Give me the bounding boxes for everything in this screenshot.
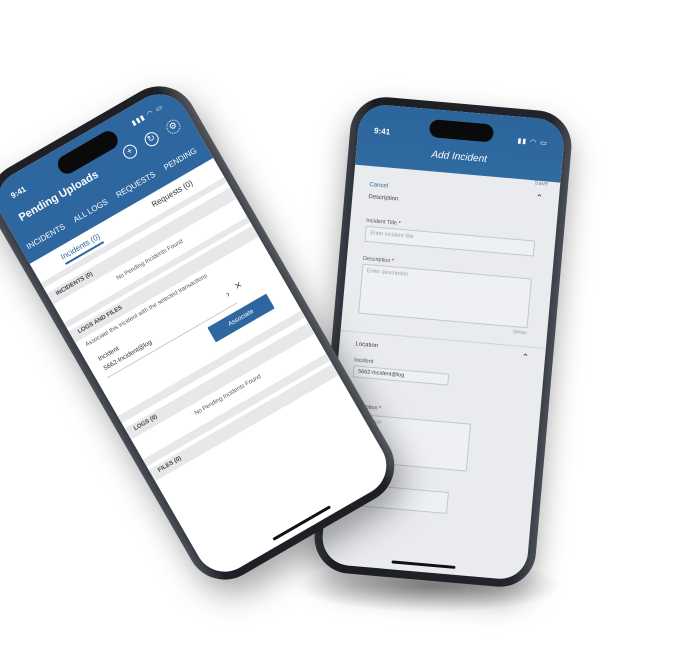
phone-add-incident: 9:41 ▮▮ ◠ ▭ Add Incident Save Cancel ⌃ D… [311, 94, 575, 590]
add-incident-screen: 9:41 ▮▮ ◠ ▭ Add Incident Save Cancel ⌃ D… [320, 102, 566, 582]
description-textarea[interactable]: Enter description [358, 263, 532, 329]
chevron-up-icon[interactable]: ⌃ [535, 193, 543, 205]
add-icon[interactable]: + [120, 142, 140, 162]
save-button[interactable]: Save [534, 180, 548, 187]
status-time: 9:41 [373, 126, 391, 137]
home-indicator [391, 560, 456, 569]
incident-title-input[interactable]: Enter incident title [364, 225, 536, 257]
chevron-right-icon[interactable]: › [224, 289, 232, 299]
status-icons: ▮▮ ◠ ▭ [517, 137, 548, 148]
dynamic-island [54, 127, 122, 178]
chevron-up-icon[interactable]: ⌃ [521, 352, 529, 364]
dynamic-island [428, 119, 495, 143]
sync-icon[interactable]: ↻ [142, 129, 162, 149]
tab-pending[interactable]: PENDING [162, 146, 198, 172]
location-section-title: Location [355, 341, 379, 350]
close-icon[interactable]: ✕ [232, 279, 244, 292]
add-incident-header: 9:41 ▮▮ ◠ ▭ Add Incident [355, 102, 566, 183]
tab-incidents[interactable]: INCIDENTS [25, 222, 67, 251]
tab-all-logs[interactable]: ALL LOGS [72, 197, 110, 224]
incident-label: Incident [353, 357, 374, 365]
gear-icon[interactable]: ⚙ [163, 117, 183, 137]
incident-field[interactable]: 5662-Incident@log [352, 365, 450, 386]
status-time: 9:41 [9, 184, 28, 201]
char-count: 0/max [512, 329, 527, 337]
description-label: Description * [362, 255, 395, 265]
page-title: Add Incident [430, 149, 488, 166]
tab-requests[interactable]: REQUESTS [115, 170, 158, 200]
cancel-button[interactable]: Cancel [369, 182, 388, 190]
status-icons: ▮▮▮ ◠ ▭ [130, 103, 165, 128]
description-section-title: Description [368, 193, 399, 203]
header-actions: + ↻ ⚙ [120, 117, 183, 162]
